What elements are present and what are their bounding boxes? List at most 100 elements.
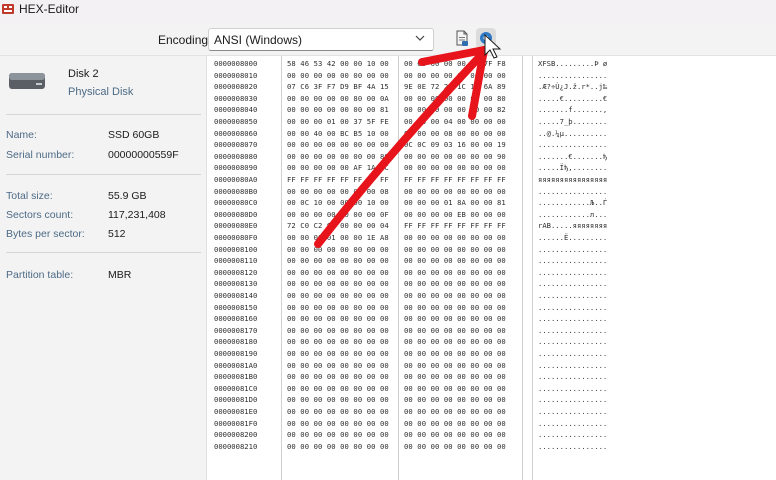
ascii-text: ................ [538, 407, 608, 416]
hex-offset: 0000008100 [214, 244, 258, 254]
hex-row[interactable]: 00000080A0 FF FF FF FF FF FF FF FF FF FF F… [208, 174, 776, 184]
hex-row[interactable]: 00000080B0 00 00 00 00 00 00 00 08 00 00 0… [208, 186, 776, 196]
ascii-text: .......€.......ђ [538, 151, 608, 161]
hex-row[interactable]: 0000008170 00 00 00 00 00 00 00 00 00 00 0… [208, 325, 776, 335]
hex-bytes: 00 00 00 00 EB 00 00 00 [404, 209, 506, 219]
disk-info-panel: Disk 2 Physical Disk Name: SSD 60GB Seri… [0, 56, 207, 480]
ascii-text: ................ [538, 383, 608, 393]
hex-row[interactable]: 00000080E0 72 C0 C2 00 00 00 00 04 FF FF F… [208, 220, 776, 230]
hex-offset: 00000081F0 [214, 418, 258, 428]
hex-offset: 0000008070 [214, 140, 258, 150]
hex-offset: 00000081D0 [214, 395, 258, 405]
ascii-text: ................ [538, 349, 608, 358]
hex-offset: 00000080E0 [214, 221, 258, 231]
hex-bytes: 00 00 00 00 00 00 00 00 [287, 407, 389, 416]
property-label: Sectors count: [6, 209, 74, 221]
hex-row[interactable]: 0000008000 58 46 53 42 00 00 10 00 00 00 0… [208, 58, 776, 68]
hex-row[interactable]: 0000008090 00 00 00 00 00 AF 1A 2C 00 00 0… [208, 162, 776, 172]
ascii-text: .....Їђ,........ [538, 163, 608, 173]
hex-row[interactable]: 0000008190 00 00 00 00 00 00 00 00 00 00 0… [208, 348, 776, 358]
hex-offset: 0000008040 [214, 105, 258, 115]
hex-row[interactable]: 00000080C0 00 0C 10 00 00 00 10 00 00 00 0… [208, 197, 776, 207]
hex-row[interactable]: 0000008020 07 C6 3F F7 D9 BF 4A 15 9E 0E 7… [208, 81, 776, 91]
ascii-text: ................ [538, 244, 608, 254]
hex-offset: 0000008150 [214, 302, 258, 312]
ascii-text: XFSB.........Þ ø [538, 59, 608, 68]
hex-offset: 0000008050 [214, 117, 258, 126]
ascii-text: ............Љ..Ѓ [538, 198, 608, 208]
ascii-text: ................ [538, 140, 608, 150]
hex-row[interactable]: 0000008010 00 00 00 00 00 00 00 00 00 00 0… [208, 70, 776, 80]
hex-bytes: 00 00 00 00 00 00 00 00 [287, 291, 389, 300]
hex-offset: 00000080D0 [214, 209, 258, 219]
hex-row[interactable]: 00000081D0 00 00 00 00 00 00 00 00 00 00 0… [208, 394, 776, 404]
hex-offset: 0000008060 [214, 128, 258, 138]
hex-row[interactable]: 00000081C0 00 00 00 00 00 00 00 00 00 00 0… [208, 383, 776, 393]
hex-row[interactable]: 0000008120 00 00 00 00 00 00 00 00 00 00 0… [208, 267, 776, 277]
hex-row[interactable]: 0000008140 00 00 00 00 00 00 00 00 00 00 0… [208, 290, 776, 300]
hex-row[interactable]: 00000081B0 00 00 00 00 00 00 00 00 00 00 0… [208, 371, 776, 381]
hex-bytes: 00 00 00 00 00 00 00 00 [404, 430, 506, 440]
hex-row[interactable]: 0000008100 00 00 00 00 00 00 00 00 00 00 0… [208, 244, 776, 254]
hex-offset: 00000080F0 [214, 233, 258, 242]
hex-row[interactable]: 0000008050 00 00 00 01 00 37 5F FE 00 00 0… [208, 116, 776, 126]
ascii-text: ................ [538, 430, 608, 440]
hex-bytes: 00 00 00 00 00 00 00 00 [404, 349, 506, 358]
hex-row[interactable]: 0000008080 00 00 00 00 00 00 00 80 00 00 0… [208, 151, 776, 161]
ascii-text: ................ [538, 314, 608, 324]
hex-row[interactable]: 00000080D0 00 00 00 00 00 00 00 0F 00 00 0… [208, 209, 776, 219]
encoding-label: Encoding [158, 33, 209, 47]
property-value: SSD 60GB [108, 129, 160, 141]
hex-row[interactable]: 0000008130 00 00 00 00 00 00 00 00 00 00 0… [208, 278, 776, 288]
hex-view[interactable]: 0000008000 58 46 53 42 00 00 10 00 00 00 0… [208, 56, 776, 480]
hex-row[interactable]: 0000008180 00 00 00 00 00 00 00 00 00 00 0… [208, 336, 776, 346]
hex-row[interactable]: 0000008040 00 00 00 00 00 00 00 81 00 00 0… [208, 104, 776, 114]
hex-offset: 00000080C0 [214, 198, 258, 208]
hex-offset: 00000080A0 [214, 175, 258, 184]
hex-bytes: 58 46 53 42 00 00 10 00 [287, 59, 389, 68]
hex-offset: 0000008090 [214, 163, 258, 173]
hex-offset: 0000008010 [214, 70, 258, 80]
ascii-text: .....7_þ........ [538, 117, 608, 126]
property-label: Name: [6, 129, 37, 141]
hex-offset: 0000008170 [214, 325, 258, 335]
hex-row[interactable]: 0000008210 00 00 00 00 00 00 00 00 00 00 0… [208, 441, 776, 451]
hex-row[interactable]: 0000008070 00 00 00 00 00 00 00 00 0C 0C 0… [208, 139, 776, 149]
ascii-text: ................ [538, 267, 608, 277]
go-button[interactable] [476, 28, 496, 48]
hex-row[interactable]: 00000081F0 00 00 00 00 00 00 00 00 00 00 0… [208, 418, 776, 428]
hex-offset: 0000008210 [214, 441, 258, 451]
window-title: HEX-Editor [19, 2, 80, 16]
toolbar: Encoding ANSI (Windows) [0, 24, 776, 56]
hex-bytes: 00 00 00 00 00 00 00 00 [287, 302, 389, 312]
hex-bytes: 00 00 00 01 8A 00 00 81 [404, 198, 506, 208]
hex-bytes: 00 00 00 00 00 00 00 00 [287, 279, 389, 289]
hex-bytes: 00 00 00 00 00 AF 1A 2C [287, 163, 389, 173]
hex-offset: 0000008080 [214, 151, 258, 161]
divider [6, 252, 201, 253]
hex-bytes: 72 C0 C2 00 00 00 00 04 [287, 221, 389, 231]
hex-offset: 0000008120 [214, 267, 258, 277]
hex-bytes: 00 00 00 00 00 00 00 00 [404, 372, 506, 382]
property-value: MBR [108, 269, 132, 281]
hex-row[interactable]: 0000008030 00 00 00 00 00 80 00 0A 00 00 0… [208, 93, 776, 103]
hex-bytes: 00 00 00 00 00 00 00 00 [404, 186, 506, 196]
hex-row[interactable]: 0000008200 00 00 00 00 00 00 00 00 00 00 0… [208, 429, 776, 439]
hex-bytes: 00 00 00 00 00 00 00 00 [404, 267, 506, 277]
hex-row[interactable]: 00000080F0 00 00 00 01 00 00 1E A8 00 00 0… [208, 232, 776, 242]
hex-row[interactable]: 0000008150 00 00 00 00 00 00 00 00 00 00 0… [208, 302, 776, 312]
hex-row[interactable]: 0000008160 00 00 00 00 00 00 00 00 00 00 0… [208, 313, 776, 323]
hex-row[interactable]: 00000081A0 00 00 00 00 00 00 00 00 00 00 0… [208, 360, 776, 370]
hex-bytes: 00 00 00 00 00 00 00 00 [287, 430, 389, 440]
hex-offset: 0000008030 [214, 93, 258, 103]
hex-row[interactable]: 0000008060 00 00 40 00 BC B5 10 00 02 00 0… [208, 128, 776, 138]
hex-row[interactable]: 0000008110 00 00 00 00 00 00 00 00 00 00 0… [208, 255, 776, 265]
encoding-dropdown[interactable]: ANSI (Windows) [208, 28, 434, 51]
property-value: 512 [108, 228, 126, 240]
save-button[interactable] [452, 28, 472, 48]
hex-row[interactable]: 00000081E0 00 00 00 00 00 00 00 00 00 00 0… [208, 406, 776, 416]
hex-bytes: 00 00 00 00 00 00 00 80 [287, 151, 389, 161]
hex-offset: 00000081B0 [214, 372, 258, 382]
ascii-text: rАВ.....яяяяяяяя [538, 221, 608, 231]
hex-bytes: 00 00 00 01 00 00 1E A8 [287, 233, 389, 242]
